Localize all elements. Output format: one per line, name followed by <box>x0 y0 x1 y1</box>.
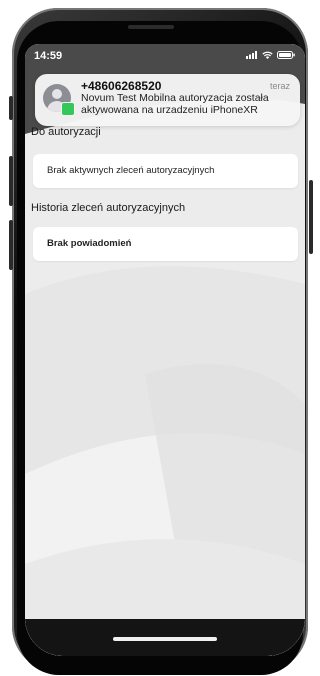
authorization-empty-card: Brak aktywnych zleceń autoryzacyjnych <box>33 154 298 188</box>
app-screen: 14:59 +48606268520 teraz Novum Test Mobi… <box>25 44 305 656</box>
messages-badge-icon <box>61 102 75 116</box>
status-time: 14:59 <box>34 50 63 62</box>
signal-icon <box>246 51 257 59</box>
section-title-history: Historia zleceń autoryzacyjnych <box>31 202 186 214</box>
notification-sender: +48606268520 <box>81 79 162 93</box>
status-icons <box>246 51 295 59</box>
volume-up-button <box>9 156 13 206</box>
history-empty-card: Brak powiadomień <box>33 227 298 261</box>
notification-time: teraz <box>269 81 290 91</box>
power-button <box>309 180 313 254</box>
battery-icon <box>277 51 295 59</box>
history-empty-text: Brak powiadomień <box>47 238 132 249</box>
speaker-grille <box>128 25 174 29</box>
home-indicator[interactable] <box>113 637 217 641</box>
wifi-icon <box>262 51 273 59</box>
section-title-authorization: Do autoryzacji <box>31 126 101 138</box>
silent-switch <box>9 96 13 120</box>
status-bar: 14:59 <box>25 44 305 68</box>
notification-banner[interactable]: +48606268520 teraz Novum Test Mobilna au… <box>35 74 300 126</box>
notification-message: Novum Test Mobilna autoryzacja została a… <box>81 92 269 116</box>
volume-down-button <box>9 220 13 270</box>
authorization-empty-text: Brak aktywnych zleceń autoryzacyjnych <box>47 165 215 176</box>
